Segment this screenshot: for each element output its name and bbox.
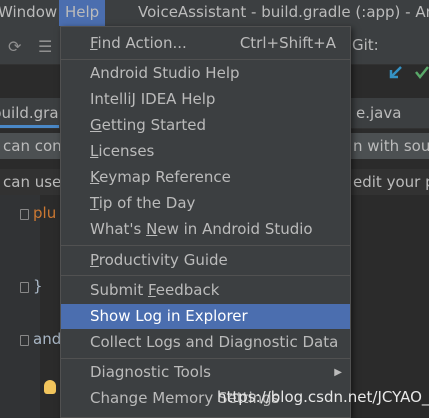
lightbulb-icon[interactable] (44, 380, 56, 394)
git-commit-icon[interactable] (414, 64, 429, 80)
fold-icon[interactable] (20, 209, 29, 220)
menu-item-find-action[interactable]: Find Action... Ctrl+Shift+A (61, 31, 350, 56)
rerun-icon[interactable]: ⟳ (8, 37, 21, 57)
menu-item-licenses[interactable]: Licenses (61, 139, 350, 164)
banner-text-right: edit your p (353, 173, 429, 191)
menu-bar: Window Help VoiceAssistant - build.gradl… (0, 0, 429, 26)
menu-item-intellij-idea-help[interactable]: IntelliJ IDEA Help (61, 87, 350, 112)
banner-text-left: can use (3, 173, 62, 191)
banner-text-left: can con (3, 137, 62, 155)
code-line-plugins: plu (33, 204, 57, 222)
menu-item-whats-new[interactable]: What's New in Android Studio (61, 217, 350, 242)
help-menu-dropdown: Find Action... Ctrl+Shift+A Android Stud… (60, 26, 351, 418)
fold-icon[interactable] (20, 335, 29, 346)
menu-item-productivity-guide[interactable]: Productivity Guide (61, 248, 350, 273)
shortcut-label: Ctrl+Shift+A (239, 34, 336, 52)
editor-gutter (0, 195, 40, 418)
menu-separator (61, 275, 350, 276)
menu-separator (61, 245, 350, 246)
submenu-arrow-icon: ▶ (334, 367, 342, 378)
fold-icon[interactable] (20, 282, 29, 293)
tab-build-gradle[interactable]: build.gra (0, 98, 59, 128)
menu-item-android-studio-help[interactable]: Android Studio Help (61, 61, 350, 86)
menu-separator (61, 59, 350, 60)
menu-item-tip-of-the-day[interactable]: Tip of the Day (61, 191, 350, 216)
menu-help[interactable]: Help (59, 0, 106, 26)
banner-text-right: n with sour (353, 137, 429, 155)
menu-window[interactable]: Window (0, 0, 63, 26)
code-line-android: and (33, 330, 62, 348)
menu-item-getting-started[interactable]: Getting Started (61, 113, 350, 138)
git-label: Git: (352, 36, 379, 54)
mnemonic: F (90, 34, 98, 52)
watermark-text: https://blog.csdn.net/JCYAO_ (217, 388, 429, 406)
menu-item-show-log-in-explorer[interactable]: Show Log in Explorer (61, 304, 350, 329)
git-update-icon[interactable] (388, 64, 404, 80)
menu-item-diagnostic-tools[interactable]: Diagnostic Tools ▶ (61, 360, 350, 385)
menu-separator (61, 358, 350, 359)
window-title: VoiceAssistant - build.gradle (:app) - A… (138, 3, 429, 21)
menu-item-keymap-reference[interactable]: Keymap Reference (61, 165, 350, 190)
menu-item-collect-logs[interactable]: Collect Logs and Diagnostic Data (61, 330, 350, 355)
structure-icon[interactable]: ☰ (38, 37, 52, 57)
menu-item-submit-feedback[interactable]: Submit Feedback (61, 278, 350, 303)
code-line-close-brace: } (33, 277, 43, 295)
tab-java-file[interactable]: e.java (356, 98, 401, 128)
